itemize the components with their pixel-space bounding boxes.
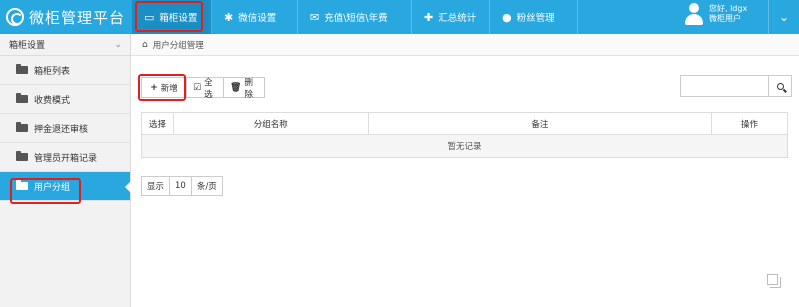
plus-icon: + bbox=[150, 82, 158, 93]
sidebar-item-user-groups[interactable]: 用户分组 bbox=[0, 172, 131, 201]
main-nav: ▭ 箱柜设置 ✱ 微信设置 ✉ 充值\短信\年费 ✚ 汇总统计 ● 粉丝管理 bbox=[132, 0, 578, 34]
top-bar: 微柜管理平台 ▭ 箱柜设置 ✱ 微信设置 ✉ 充值\短信\年费 ✚ 汇总统计 ●… bbox=[0, 0, 799, 34]
delete-button[interactable]: 🗑 删除 bbox=[223, 77, 265, 100]
chevron-down-icon: ⌄ bbox=[114, 39, 122, 50]
folder-open-icon bbox=[16, 180, 28, 190]
sidebar-item-charge-mode[interactable]: 收费模式 bbox=[0, 85, 130, 114]
add-button-label: 新增 bbox=[160, 83, 178, 94]
table-row: 暂无记录 bbox=[141, 134, 788, 158]
sidebar-item-label: 管理员开箱记录 bbox=[34, 153, 98, 164]
brand-logo[interactable]: 微柜管理平台 bbox=[6, 5, 125, 29]
breadcrumb-label: 用户分组管理 bbox=[152, 40, 204, 51]
nav-label: 粉丝管理 bbox=[516, 13, 555, 24]
brand-title: 微柜管理平台 bbox=[29, 8, 126, 27]
col-group-name[interactable]: 分组名称 bbox=[172, 112, 369, 135]
nav-summary-stats[interactable]: ✚ 汇总统计 bbox=[412, 0, 490, 34]
home-icon[interactable]: ⌂ bbox=[142, 40, 148, 50]
nav-wechat-settings[interactable]: ✱ 微信设置 bbox=[212, 0, 298, 34]
user-dropdown-toggle[interactable]: ⌄ bbox=[768, 0, 799, 34]
mail-icon: ✉ bbox=[310, 10, 320, 24]
search-box bbox=[680, 75, 792, 97]
user-greeting: 您好, ldgx bbox=[709, 4, 748, 13]
search-icon bbox=[776, 82, 784, 90]
select-all-label: 全选 bbox=[204, 77, 213, 100]
sidebar-item-label: 用户分组 bbox=[34, 182, 71, 193]
groups-table: 选择 分组名称 备注 操作 暂无记录 bbox=[141, 112, 788, 158]
sidebar-item-cabinet-list[interactable]: 箱柜列表 bbox=[0, 56, 130, 85]
checkbox-icon: ☑ bbox=[193, 82, 202, 93]
folder-icon bbox=[16, 93, 28, 103]
nav-fans-management[interactable]: ● 粉丝管理 bbox=[490, 0, 578, 34]
nav-recharge-sms-fee[interactable]: ✉ 充值\短信\年费 bbox=[298, 0, 412, 34]
nav-label: 充值\短信\年费 bbox=[324, 13, 388, 24]
toolbar: + 新增 ☑ 全选 🗑 删除 bbox=[141, 77, 265, 100]
monitor-icon: ▭ bbox=[144, 10, 155, 24]
search-button[interactable] bbox=[768, 76, 791, 96]
gear-icon: ✱ bbox=[224, 10, 234, 24]
trash-icon: 🗑 bbox=[230, 82, 242, 93]
user-role: 微柜用户 bbox=[709, 14, 741, 23]
delete-button-label: 删除 bbox=[244, 77, 253, 100]
resize-icon[interactable] bbox=[767, 274, 781, 288]
col-action[interactable]: 操作 bbox=[711, 112, 788, 135]
page-size-select[interactable]: 10 bbox=[169, 176, 192, 196]
add-button[interactable]: + 新增 bbox=[141, 77, 187, 98]
avatar bbox=[684, 3, 704, 25]
empty-message: 暂无记录 bbox=[141, 134, 788, 158]
sidebar-section-header[interactable]: 箱柜设置 ⌄ bbox=[0, 34, 130, 56]
search-input[interactable] bbox=[681, 76, 768, 96]
folder-icon bbox=[16, 122, 28, 132]
breadcrumb: ⌂ 用户分组管理 bbox=[131, 34, 799, 56]
sidebar: 箱柜设置 ⌄ 箱柜列表 收费模式 押金退还审核 管理员开箱记录 用户分组 bbox=[0, 34, 131, 307]
select-all-button[interactable]: ☑ 全选 bbox=[186, 77, 224, 100]
page-size-unit: 条/页 bbox=[190, 176, 223, 196]
user-icon: ● bbox=[502, 10, 512, 24]
pagination: 显示 10 条/页 bbox=[141, 176, 223, 196]
sidebar-item-admin-open-log[interactable]: 管理员开箱记录 bbox=[0, 143, 130, 172]
nav-label: 微信设置 bbox=[238, 13, 277, 24]
puzzle-icon: ✚ bbox=[424, 10, 434, 24]
nav-cabinet-settings[interactable]: ▭ 箱柜设置 bbox=[132, 0, 212, 34]
nav-label: 箱柜设置 bbox=[159, 13, 198, 24]
sidebar-item-label: 收费模式 bbox=[34, 95, 71, 106]
sidebar-item-deposit-refund[interactable]: 押金退还审核 bbox=[0, 114, 130, 143]
chevron-down-icon: ⌄ bbox=[778, 10, 790, 24]
table-header-row: 选择 分组名称 备注 操作 bbox=[141, 112, 788, 135]
folder-icon bbox=[16, 64, 28, 74]
page-size-label: 显示 bbox=[141, 176, 171, 196]
sidebar-section-label: 箱柜设置 bbox=[9, 41, 46, 51]
main-content: ⌂ 用户分组管理 + 新增 ☑ 全选 🗑 删除 选择 分组名称 备注 操作 暂无… bbox=[131, 34, 799, 307]
sidebar-item-label: 箱柜列表 bbox=[34, 66, 71, 77]
sidebar-item-label: 押金退还审核 bbox=[34, 124, 89, 135]
nav-label: 汇总统计 bbox=[438, 13, 477, 24]
col-remark[interactable]: 备注 bbox=[367, 112, 713, 135]
col-select[interactable]: 选择 bbox=[141, 112, 174, 135]
user-menu[interactable]: 您好, ldgx 微柜用户 bbox=[684, 3, 747, 25]
cabinet-logo-icon bbox=[6, 8, 24, 26]
folder-icon bbox=[16, 151, 28, 161]
